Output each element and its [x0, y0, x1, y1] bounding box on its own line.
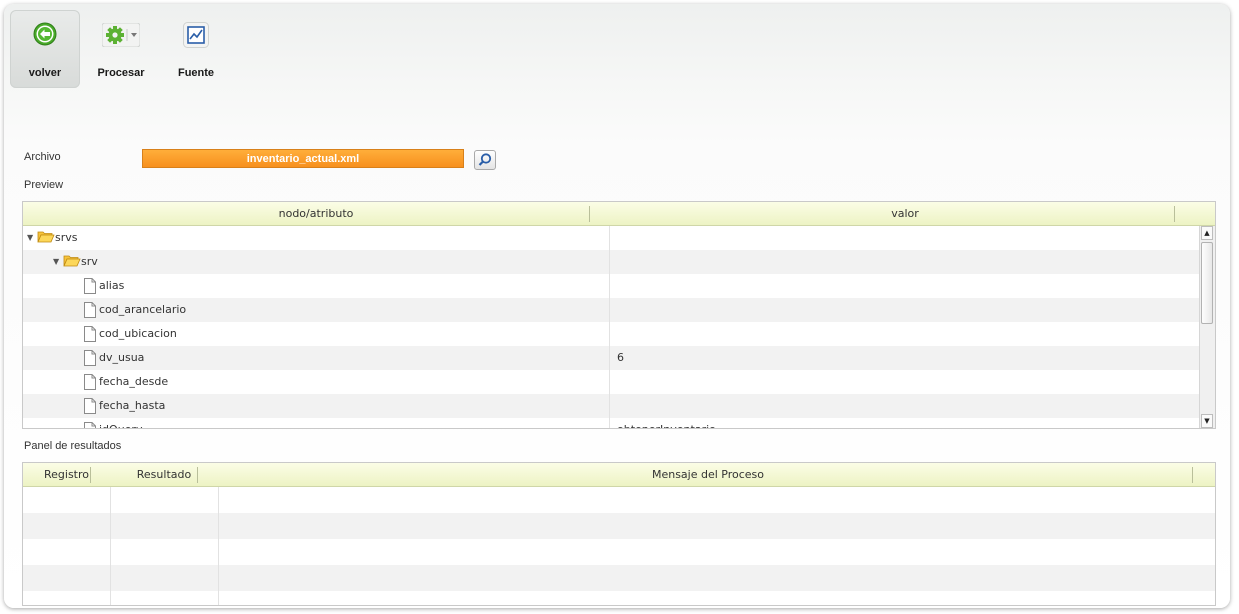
file-icon: [83, 350, 97, 369]
tree-row[interactable]: fecha_desde: [23, 370, 1200, 394]
results-row: [23, 591, 1215, 605]
header-separator: [1174, 206, 1175, 222]
search-file-button[interactable]: [474, 150, 496, 170]
tree-value: obtenerInventario: [617, 418, 716, 428]
header-mensaje-del-proceso[interactable]: Mensaje del Proceso: [218, 463, 1198, 486]
header-registro[interactable]: Registro: [23, 463, 110, 486]
app-window: volver Procesar Fuente Archivo inventari…: [4, 4, 1230, 608]
file-icon: [83, 422, 97, 428]
scroll-thumb[interactable]: [1201, 242, 1213, 324]
scroll-down-arrow[interactable]: ▼: [1201, 414, 1213, 428]
tree-node-label: srvs: [55, 231, 78, 244]
header-separator: [1192, 467, 1193, 483]
procesar-button[interactable]: Procesar: [90, 10, 152, 88]
results-row: [23, 539, 1215, 565]
header-separator: [90, 467, 91, 483]
volver-label: volver: [28, 67, 62, 79]
header-separator: [589, 206, 590, 222]
procesar-label: Procesar: [97, 67, 145, 79]
tree-row[interactable]: alias: [23, 274, 1200, 298]
volver-button[interactable]: volver: [10, 10, 80, 88]
preview-label: Preview: [24, 179, 64, 191]
file-icon: [83, 398, 97, 417]
tree-node-label: srv: [81, 255, 98, 268]
folder-icon: [63, 254, 81, 271]
expand-toggle-icon[interactable]: ▼: [53, 250, 59, 274]
tree-attribute-label: dv_usua: [99, 351, 145, 364]
expand-toggle-icon[interactable]: ▼: [27, 226, 33, 250]
tree-attribute-label: fecha_hasta: [99, 399, 166, 412]
search-icon: [478, 153, 492, 166]
tree-row[interactable]: fecha_hasta: [23, 394, 1200, 418]
header-valor[interactable]: valor: [610, 202, 1200, 225]
column-divider: [110, 487, 111, 605]
file-icon: [83, 326, 97, 345]
column-divider: [218, 487, 219, 605]
tree-attribute-label: cod_ubicacion: [99, 327, 177, 340]
folder-icon: [37, 230, 55, 247]
fuente-label: Fuente: [177, 67, 215, 79]
tree-grid-header: nodo/atributo valor: [23, 202, 1215, 226]
tree-attribute-label: alias: [99, 279, 125, 292]
file-icon: [83, 278, 97, 297]
column-divider: [609, 226, 610, 428]
results-grid-header: Registro Resultado Mensaje del Proceso: [23, 463, 1215, 487]
tree-row[interactable]: dv_usua 6: [23, 346, 1200, 370]
tree-row[interactable]: ▼ srvs: [23, 226, 1200, 250]
fuente-button[interactable]: Fuente: [168, 10, 224, 88]
file-icon: [83, 302, 97, 321]
header-nodo-atributo[interactable]: nodo/atributo: [23, 202, 609, 225]
file-icon: [83, 374, 97, 393]
results-grid[interactable]: Registro Resultado Mensaje del Proceso: [22, 462, 1216, 606]
results-row: [23, 487, 1215, 513]
toolbar: volver Procesar Fuente: [10, 10, 270, 90]
gear-icon: [102, 23, 140, 47]
tree-grid-scrollbar[interactable]: ▲ ▼: [1199, 226, 1215, 428]
tree-row[interactable]: cod_arancelario: [23, 298, 1200, 322]
chart-icon: [183, 22, 209, 48]
tree-row[interactable]: ▼ srv: [23, 250, 1200, 274]
back-arrow-icon: [33, 22, 57, 46]
tree-attribute-label: fecha_desde: [99, 375, 169, 388]
tree-attribute-label: idQuery: [99, 418, 142, 428]
results-panel-label: Panel de resultados: [24, 440, 122, 452]
results-row: [23, 513, 1215, 539]
archivo-label: Archivo: [24, 151, 61, 163]
header-separator: [197, 467, 198, 483]
archivo-field[interactable]: inventario_actual.xml: [142, 149, 464, 168]
header-resultado[interactable]: Resultado: [110, 463, 218, 486]
tree-attribute-label: cod_arancelario: [99, 303, 187, 316]
tree-value: 6: [617, 351, 624, 364]
preview-tree-grid[interactable]: nodo/atributo valor ▼ srvs ▼ srv alias cod_ar…: [22, 201, 1216, 429]
tree-row[interactable]: idQuery obtenerInventario: [23, 418, 1200, 428]
scroll-up-arrow[interactable]: ▲: [1201, 226, 1213, 240]
results-row: [23, 565, 1215, 591]
tree-row[interactable]: cod_ubicacion: [23, 322, 1200, 346]
